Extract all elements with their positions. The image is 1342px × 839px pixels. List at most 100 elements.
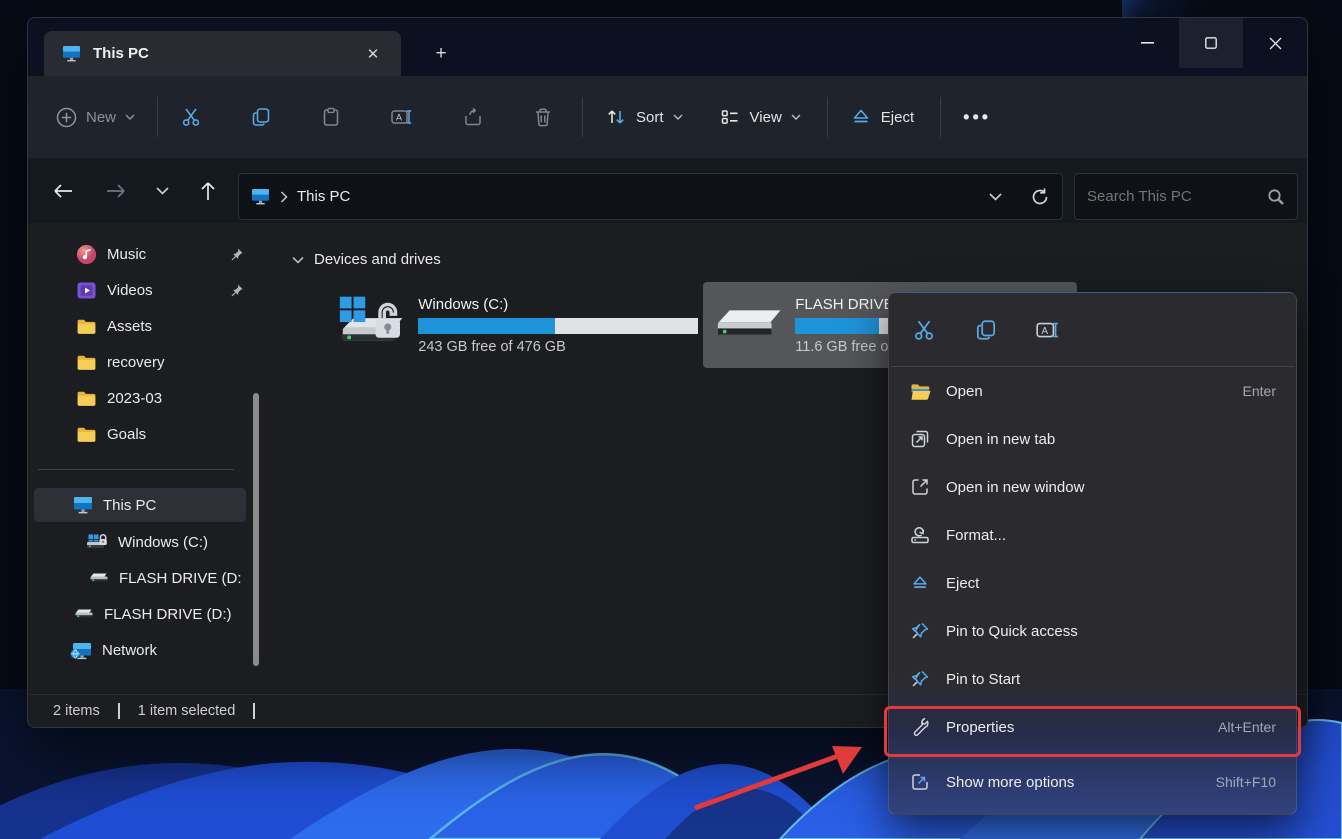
view-label: View: [750, 109, 782, 126]
command-toolbar: New A: [28, 76, 1307, 159]
breadcrumb[interactable]: This PC: [297, 188, 981, 205]
rename-icon: A: [1035, 318, 1061, 342]
maximize-button[interactable]: [1179, 18, 1243, 68]
annotation-highlight-properties: [884, 706, 1301, 757]
this-pc-icon: [251, 188, 270, 205]
copy-button[interactable]: [965, 309, 1007, 351]
sidebar-item-goals[interactable]: Goals: [34, 417, 246, 451]
address-bar[interactable]: This PC: [238, 173, 1063, 220]
chevron-down-icon: [156, 187, 169, 195]
sidebar-item-2023-03[interactable]: 2023-03: [34, 381, 246, 415]
sidebar-scrollbar[interactable]: [253, 393, 259, 666]
cut-icon: [180, 106, 202, 128]
search-icon[interactable]: [1267, 188, 1285, 206]
copy-button[interactable]: [240, 95, 282, 139]
menu-item-label: Open in new window: [946, 479, 1084, 496]
menu-item-shortcut: Shift+F10: [1216, 774, 1276, 790]
address-dropdown-icon[interactable]: [989, 193, 1002, 201]
drive-caption: 243 GB free of 476 GB: [418, 339, 692, 355]
pin-icon: [910, 669, 930, 689]
see-more-button[interactable]: •••: [953, 95, 1001, 139]
new-tab-button[interactable]: +: [426, 40, 456, 68]
chevron-down-icon: [791, 114, 801, 120]
trash-icon: [532, 106, 554, 128]
menu-item-label: Open in new tab: [946, 431, 1055, 448]
section-devices-and-drives[interactable]: Devices and drives: [292, 251, 441, 268]
search-input[interactable]: [1087, 188, 1267, 205]
cut-icon: [912, 318, 936, 342]
menu-item-show-more-options[interactable]: Show more options Shift+F10: [889, 760, 1296, 804]
drive-tile-windows-c[interactable]: Windows (C:) 243 GB free of 476 GB: [326, 282, 700, 368]
menu-item-format[interactable]: Format...: [889, 511, 1296, 559]
new-button[interactable]: New: [46, 95, 145, 139]
menu-item-label: Format...: [946, 527, 1006, 544]
tab-title: This PC: [93, 45, 359, 62]
rename-button[interactable]: A: [1027, 309, 1069, 351]
sidebar-item-music[interactable]: Music: [34, 237, 246, 271]
menu-item-open[interactable]: Open Enter: [889, 367, 1296, 415]
sidebar-item-this-pc[interactable]: This PC: [34, 488, 246, 522]
tab-close-button[interactable]: ✕: [359, 40, 387, 68]
sidebar-item-label: Assets: [107, 318, 152, 335]
copy-icon: [250, 106, 272, 128]
close-button[interactable]: [1243, 18, 1307, 68]
arrow-up-icon: [200, 181, 216, 201]
cut-button[interactable]: [903, 309, 945, 351]
svg-text:A: A: [396, 113, 402, 123]
view-button[interactable]: View: [709, 95, 811, 139]
rename-button[interactable]: A: [380, 95, 424, 139]
sidebar-item-flash-drive-1[interactable]: FLASH DRIVE (D:: [34, 561, 246, 595]
sort-button[interactable]: Sort: [595, 95, 693, 139]
sidebar-item-label: Music: [107, 246, 146, 263]
menu-item-pin-to-quick-access[interactable]: Pin to Quick access: [889, 607, 1296, 655]
menu-item-open-in-new-window[interactable]: Open in new window: [889, 463, 1296, 511]
pin-icon: [229, 247, 244, 262]
sidebar-item-label: Network: [102, 642, 157, 659]
usb-drive-icon: [74, 606, 94, 622]
menu-item-label: Show more options: [946, 774, 1074, 791]
context-menu-quick-actions: A: [889, 293, 1296, 366]
back-button[interactable]: [43, 171, 83, 211]
copy-icon: [974, 318, 998, 342]
toolbar-divider: [582, 97, 583, 137]
toolbar-divider: [157, 97, 158, 137]
arrow-back-icon: [53, 183, 73, 199]
cut-button[interactable]: [170, 95, 212, 139]
menu-item-open-in-new-tab[interactable]: Open in new tab: [889, 415, 1296, 463]
sidebar-item-label: FLASH DRIVE (D:): [104, 606, 232, 623]
navigation-pane: Music Videos Assets: [28, 223, 266, 694]
sidebar-item-windows-c[interactable]: Windows (C:): [34, 525, 246, 559]
delete-button[interactable]: [522, 95, 564, 139]
sidebar-item-videos[interactable]: Videos: [34, 273, 246, 307]
sidebar-item-assets[interactable]: Assets: [34, 309, 246, 343]
arrow-forward-icon: [106, 183, 126, 199]
new-label: New: [86, 109, 116, 126]
menu-item-label: Pin to Start: [946, 671, 1020, 688]
menu-item-pin-to-start[interactable]: Pin to Start: [889, 655, 1296, 703]
paste-button[interactable]: [310, 95, 352, 139]
status-divider: [253, 703, 255, 719]
view-icon: [719, 106, 741, 128]
up-button[interactable]: [188, 171, 228, 211]
forward-button[interactable]: [96, 171, 136, 211]
share-button[interactable]: [452, 95, 494, 139]
sort-label: Sort: [636, 109, 664, 126]
sidebar-item-network[interactable]: Network: [34, 633, 246, 667]
usb-drive-icon: [711, 292, 787, 358]
recent-locations-button[interactable]: [142, 171, 182, 211]
svg-text:A: A: [1042, 325, 1049, 336]
sidebar-item-label: Windows (C:): [118, 534, 208, 551]
search-box[interactable]: [1074, 173, 1298, 220]
minimize-button[interactable]: [1115, 18, 1179, 68]
breadcrumb-chevron-icon: [280, 191, 288, 203]
maximize-icon: [1205, 37, 1217, 49]
close-icon: [1269, 37, 1282, 50]
sidebar-item-recovery[interactable]: recovery: [34, 345, 246, 379]
tab-this-pc[interactable]: This PC ✕: [44, 31, 401, 76]
eject-button[interactable]: Eject: [840, 95, 924, 139]
refresh-icon[interactable]: [1030, 187, 1050, 207]
sidebar-item-flash-drive-2[interactable]: FLASH DRIVE (D:): [34, 597, 246, 631]
menu-item-eject[interactable]: Eject: [889, 559, 1296, 607]
title-bar: This PC ✕ +: [28, 18, 1307, 76]
toolbar-divider: [940, 97, 941, 137]
